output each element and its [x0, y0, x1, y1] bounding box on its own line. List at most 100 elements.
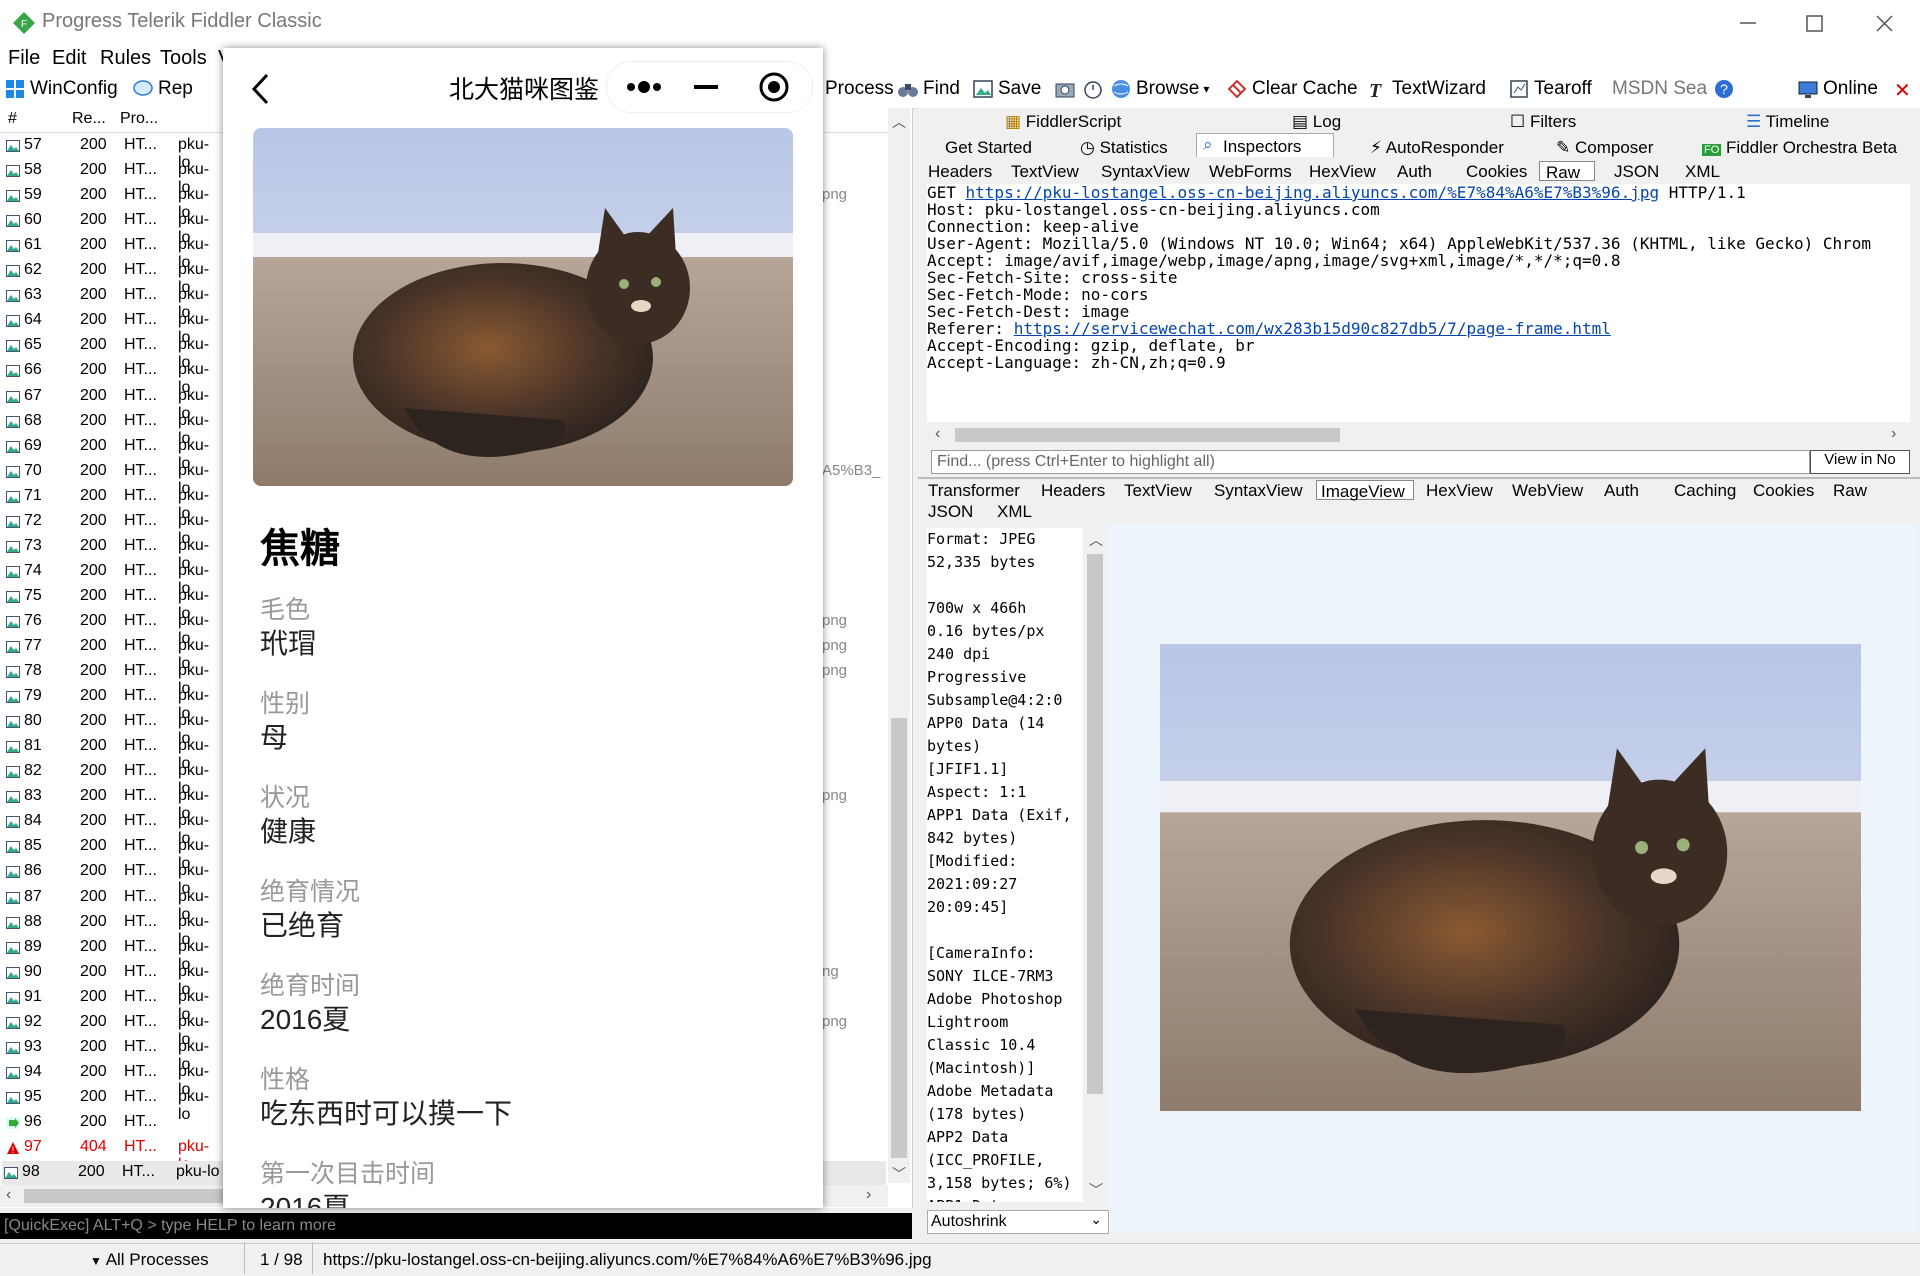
- table-row[interactable]: 73 200 HT... pku-lo: [4, 535, 209, 572]
- find-button[interactable]: Find: [897, 78, 960, 100]
- scroll-left-icon[interactable]: ‹: [6, 1186, 11, 1204]
- more-dots-icon[interactable]: [625, 76, 663, 98]
- menu-file[interactable]: File: [8, 47, 40, 70]
- table-row[interactable]: 80 200 HT... pku-lo: [4, 710, 209, 747]
- table-row[interactable]: 92 200 HT... pku-lo: [4, 1011, 209, 1048]
- textwizard-button[interactable]: T TextWizard: [1366, 78, 1486, 100]
- resp-tab-transformer[interactable]: Transformer: [928, 481, 1020, 501]
- table-row[interactable]: 62 200 HT... pku-lo: [4, 259, 209, 296]
- table-row[interactable]: 79 200 HT... pku-lo: [4, 685, 209, 722]
- replay-button[interactable]: Rep: [132, 78, 193, 100]
- column-header-protocol[interactable]: Pro...: [120, 110, 158, 128]
- table-row[interactable]: 63 200 HT... pku-lo: [4, 284, 209, 321]
- image-metadata-text[interactable]: Format: JPEG 52,335 bytes 700w x 466h 0.…: [927, 528, 1083, 1202]
- chevron-down-icon[interactable]: ▾: [1203, 82, 1209, 96]
- screenshot-button[interactable]: [1054, 78, 1076, 100]
- table-row[interactable]: 88 200 HT... pku-lo: [4, 911, 209, 948]
- table-row[interactable]: 85 200 HT... pku-lo: [4, 835, 209, 872]
- minimize-capsule-icon[interactable]: [691, 76, 721, 98]
- scrollbar-thumb[interactable]: [891, 718, 907, 1158]
- table-row[interactable]: 81 200 HT... pku-lo: [4, 735, 209, 772]
- back-arrow-icon[interactable]: [251, 72, 271, 106]
- scroll-down-icon[interactable]: ﹀: [1089, 1180, 1103, 1200]
- table-row[interactable]: 61 200 HT... pku-lo: [4, 234, 209, 271]
- maximize-button[interactable]: [1785, 6, 1845, 40]
- table-row[interactable]: 96 200 HT...: [4, 1111, 204, 1136]
- table-row[interactable]: 84 200 HT... pku-lo: [4, 810, 209, 847]
- table-row[interactable]: 94 200 HT... pku-lo: [4, 1061, 209, 1098]
- request-raw-text[interactable]: GET https://pku-lostangel.oss-cn-beijing…: [927, 184, 1910, 422]
- table-row[interactable]: 87 200 HT... pku-lo: [4, 886, 209, 923]
- resp-tab-hexview[interactable]: HexView: [1426, 481, 1493, 501]
- table-row[interactable]: 67 200 HT... pku-lo: [4, 385, 209, 422]
- menu-tools[interactable]: Tools: [160, 47, 207, 70]
- splitter[interactable]: [918, 477, 1920, 479]
- menu-edit[interactable]: Edit: [52, 47, 86, 70]
- table-row[interactable]: 86 200 HT... pku-lo: [4, 860, 209, 897]
- request-hscroll-thumb[interactable]: [955, 428, 1340, 442]
- table-row[interactable]: 75 200 HT... pku-lo: [4, 585, 209, 622]
- req-tab-syntaxview[interactable]: SyntaxView: [1101, 162, 1190, 182]
- help-button[interactable]: ?: [1713, 78, 1735, 100]
- req-tab-json[interactable]: JSON: [1614, 162, 1659, 182]
- session-vertical-scrollbar[interactable]: ︿ ﹀: [888, 108, 910, 1183]
- req-tab-cookies[interactable]: Cookies: [1466, 162, 1527, 182]
- tab-log[interactable]: ▤ Log: [1292, 112, 1341, 132]
- request-horizontal-scrollbar[interactable]: ‹ ›: [927, 424, 1910, 446]
- table-row[interactable]: 76 200 HT... pku-lo: [4, 610, 209, 647]
- table-row[interactable]: 70 200 HT... pku-lo: [4, 460, 209, 497]
- tab-statistics[interactable]: ◷ Statistics: [1080, 138, 1168, 158]
- close-toolbar-icon[interactable]: ✕: [1894, 78, 1911, 103]
- scroll-left-icon[interactable]: ‹: [935, 425, 940, 443]
- table-row[interactable]: 65 200 HT... pku-lo: [4, 334, 209, 371]
- table-row[interactable]: 90 200 HT... pku-lo: [4, 961, 209, 998]
- column-header-number[interactable]: #: [8, 110, 17, 128]
- quickexec-input[interactable]: [QuickExec] ALT+Q > type HELP to learn m…: [0, 1213, 912, 1239]
- tab-timeline[interactable]: ☰ Timeline: [1746, 112, 1829, 132]
- autoshrink-select[interactable]: Autoshrink ⌄: [927, 1210, 1109, 1234]
- online-indicator[interactable]: Online: [1797, 78, 1878, 100]
- table-row[interactable]: 71 200 HT... pku-lo: [4, 485, 209, 522]
- table-row[interactable]: 74 200 HT... pku-lo: [4, 560, 209, 597]
- tab-autoresponder[interactable]: ⚡ AutoResponder: [1370, 138, 1504, 158]
- table-row[interactable]: 58 200 HT... pku-lo: [4, 159, 209, 196]
- tab-fiddler-orchestra[interactable]: FO Fiddler Orchestra Beta: [1702, 138, 1897, 158]
- req-tab-auth[interactable]: Auth: [1397, 162, 1432, 182]
- scroll-down-icon[interactable]: ﹀: [892, 1164, 906, 1184]
- resp-tab-xml[interactable]: XML: [997, 502, 1032, 522]
- req-tab-textview[interactable]: TextView: [1011, 162, 1079, 182]
- table-row[interactable]: 83 200 HT... pku-lo: [4, 785, 209, 822]
- metadata-scrollbar[interactable]: ︿ ﹀: [1083, 528, 1107, 1202]
- column-header-result[interactable]: Re...: [72, 110, 106, 128]
- resp-tab-headers[interactable]: Headers: [1041, 481, 1105, 501]
- resp-tab-cookies[interactable]: Cookies: [1753, 481, 1814, 501]
- table-row[interactable]: 89 200 HT... pku-lo: [4, 936, 209, 973]
- tab-composer[interactable]: ✎ Composer: [1556, 138, 1653, 158]
- scroll-right-icon[interactable]: ›: [866, 1186, 871, 1204]
- table-row[interactable]: 68 200 HT... pku-lo: [4, 410, 209, 447]
- table-row[interactable]: !97404HT...pku-lo: [4, 1136, 209, 1173]
- resp-tab-caching[interactable]: Caching: [1674, 481, 1736, 501]
- view-in-notepad-button[interactable]: View in No: [1810, 450, 1910, 474]
- resp-tab-auth[interactable]: Auth: [1604, 481, 1639, 501]
- table-row[interactable]: 60 200 HT... pku-lo: [4, 209, 209, 246]
- tab-fiddlerscript[interactable]: ▦ FiddlerScript: [1005, 112, 1121, 132]
- winconfig-button[interactable]: WinConfig: [4, 78, 118, 100]
- table-row[interactable]: 59 200 HT... pku-lo: [4, 184, 209, 221]
- process-filter-button[interactable]: Process: [825, 78, 894, 100]
- tab-inspectors[interactable]: ⌕ Inspectors: [1196, 133, 1334, 157]
- minimize-button[interactable]: [1718, 6, 1778, 40]
- msdn-search-input[interactable]: MSDN Sea: [1612, 78, 1707, 100]
- resp-tab-raw[interactable]: Raw: [1833, 481, 1867, 501]
- table-row[interactable]: 93 200 HT... pku-lo: [4, 1036, 209, 1073]
- close-capsule-icon[interactable]: [757, 70, 791, 104]
- req-tab-xml[interactable]: XML: [1685, 162, 1720, 182]
- scroll-up-icon[interactable]: ︿: [892, 112, 906, 132]
- browse-button[interactable]: Browse ▾: [1110, 78, 1209, 100]
- table-row[interactable]: 72 200 HT... pku-lo: [4, 510, 209, 547]
- timer-button[interactable]: [1082, 78, 1104, 100]
- close-window-button[interactable]: [1855, 6, 1915, 40]
- tearoff-button[interactable]: Tearoff: [1508, 78, 1592, 100]
- req-tab-webforms[interactable]: WebForms: [1209, 162, 1292, 182]
- process-filter-status[interactable]: ▼ All Processes: [90, 1250, 209, 1270]
